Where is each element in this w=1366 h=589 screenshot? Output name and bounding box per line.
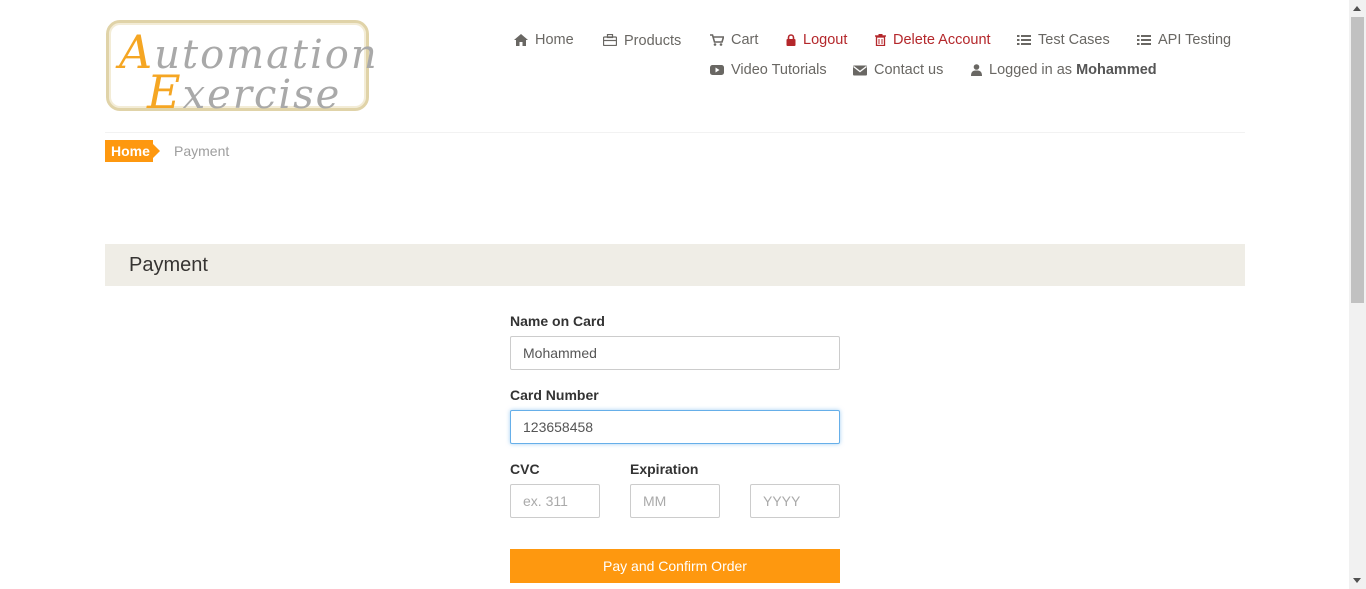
pay-and-confirm-button[interactable]: Pay and Confirm Order [510,549,840,583]
cvc-input[interactable] [510,484,600,518]
nav-video-tutorials-link[interactable]: Video Tutorials [710,60,827,80]
nav-contact-us-link[interactable]: Contact us [853,60,943,80]
scroll-up-arrow-icon[interactable] [1353,6,1361,11]
breadcrumb-current: Payment [174,143,230,159]
breadcrumb-home[interactable]: Home [105,140,160,162]
user-icon [971,64,982,76]
expiry-month-input[interactable] [630,484,720,518]
nav-home-link[interactable]: Home [514,30,574,50]
nav-api-testing-link[interactable]: API Testing [1137,30,1231,50]
youtube-play-icon [710,65,724,75]
cvc-label: CVC [510,461,540,477]
nav-logout-link[interactable]: Logout [786,30,847,50]
list-icon [1137,35,1151,45]
card-number-label: Card Number [510,387,599,403]
card-number-input[interactable] [510,410,840,444]
header-divider [105,132,1245,133]
logo-line-2: Exercise [147,65,342,119]
payment-heading-bar: Payment [105,244,1245,286]
expiry-year-input[interactable] [750,484,840,518]
home-icon [514,34,528,46]
list-icon [1017,35,1031,45]
site-logo[interactable]: Automation Exercise [106,20,377,119]
username: Mohammed [1076,62,1157,78]
nav-logged-in-user[interactable]: Logged in as Mohammed [971,60,1157,80]
trash-icon [875,34,886,46]
nav-cart-link[interactable]: Cart [710,30,758,50]
cart-icon [710,34,724,46]
products-icon [603,34,617,46]
scrollbar-thumb[interactable] [1351,17,1364,303]
name-on-card-label: Name on Card [510,313,605,329]
name-on-card-input[interactable] [510,336,840,370]
nav-products-link[interactable]: Products [603,30,681,50]
envelope-icon [853,65,867,76]
page-title: Payment [129,254,208,276]
expiration-label: Expiration [630,461,699,477]
nav-test-cases-link[interactable]: Test Cases [1017,30,1110,50]
page-scrollbar[interactable] [1349,0,1366,589]
scroll-down-arrow-icon[interactable] [1353,578,1361,583]
nav-delete-account-link[interactable]: Delete Account [875,30,991,50]
lock-icon [786,34,796,46]
